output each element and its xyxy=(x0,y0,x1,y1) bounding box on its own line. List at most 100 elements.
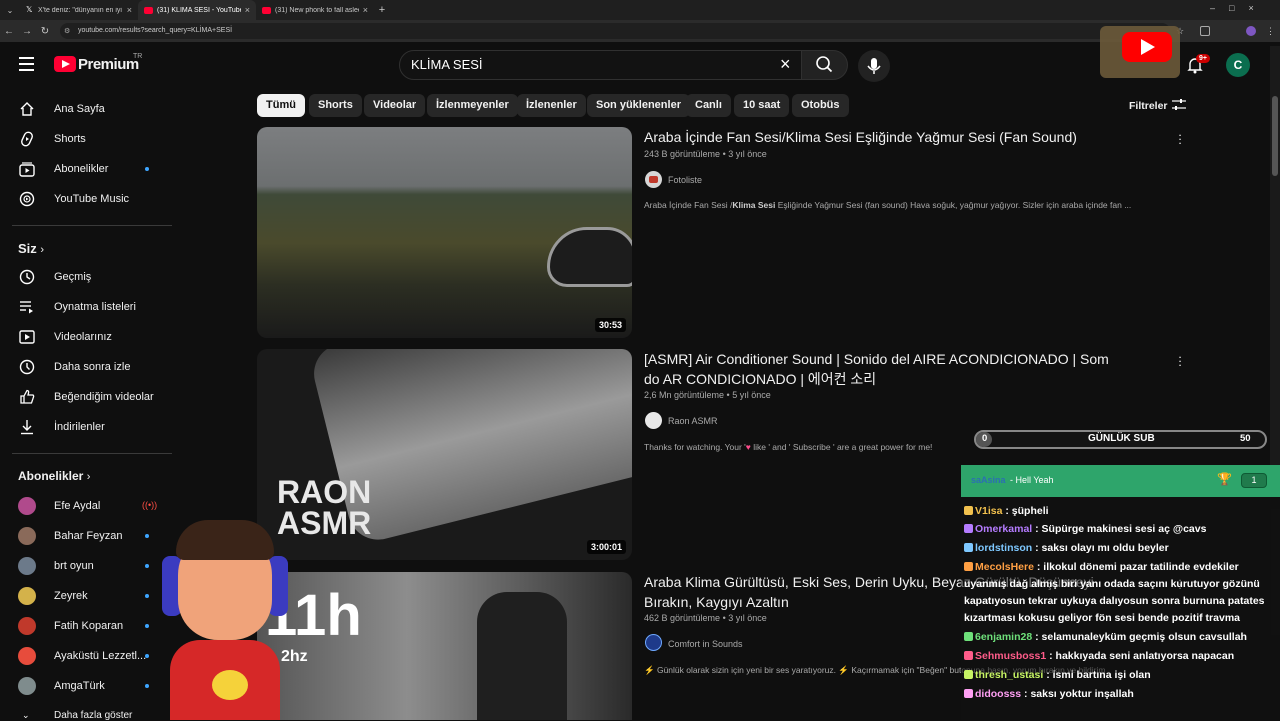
channel-name-link[interactable]: Raon ASMR xyxy=(668,416,718,426)
new-tab-icon[interactable]: + xyxy=(374,4,390,16)
chevron-right-icon: › xyxy=(86,471,91,483)
sidebar-item-playlists[interactable]: Oynatma listeleri xyxy=(0,292,172,322)
filters-label: Filtreler xyxy=(1129,100,1168,112)
tab-label: (31) KLİMA SESİ - YouTube xyxy=(157,6,241,14)
browser-menu-icon[interactable]: ⋮ xyxy=(1266,26,1275,37)
chevron-down-icon: ⌄ xyxy=(22,710,30,720)
tab-search-icon[interactable]: ⌄ xyxy=(0,6,20,15)
chat-username: 6enjamin28 xyxy=(975,631,1033,643)
sidebar-item-label: Ayaküstü Lezzetl... xyxy=(54,650,147,662)
voice-search-button[interactable] xyxy=(858,50,890,82)
sidebar-subscription-item[interactable]: Efe Aydal ((•)) xyxy=(0,491,172,521)
site-info-icon[interactable]: ⚙ xyxy=(64,27,70,35)
browser-tab-x[interactable]: 𝕏 X'te deniz: "dünyanın en iyi oku × xyxy=(20,0,138,20)
notification-count-badge: 9+ xyxy=(1196,54,1210,63)
sidebar-item-liked-videos[interactable]: Beğendiğim videolar xyxy=(0,382,172,412)
window-controls[interactable]: –□× xyxy=(1210,3,1268,13)
channel-avatar[interactable] xyxy=(645,412,662,429)
search-input[interactable]: KLİMA SESİ xyxy=(399,50,802,80)
sidebar-item-label: Oynatma listeleri xyxy=(54,301,136,313)
show-more-link[interactable]: Daha fazla göster xyxy=(54,710,132,721)
filter-chip[interactable]: Videolar xyxy=(364,94,426,117)
forward-icon[interactable]: → xyxy=(18,26,36,37)
sidebar-subscription-item[interactable]: Fatih Koparan xyxy=(0,611,172,641)
sidebar-subscription-item[interactable]: Zeyrek xyxy=(0,581,172,611)
filters-button[interactable]: Filtreler xyxy=(1129,100,1168,112)
close-tab-icon[interactable]: × xyxy=(363,5,368,15)
filter-chip[interactable]: İzlenenler xyxy=(517,94,586,117)
channel-logo-icon xyxy=(649,176,658,183)
channel-name-link[interactable]: Fotoliste xyxy=(668,175,702,185)
close-tab-icon[interactable]: × xyxy=(127,5,132,15)
chat-separator: : xyxy=(1032,523,1042,535)
filter-chip[interactable]: 10 saat xyxy=(734,94,790,117)
video-thumbnail[interactable]: RAON ASMR 3:00:01 xyxy=(257,349,632,560)
youtube-favicon-icon xyxy=(144,6,153,14)
url-field[interactable]: youtube.com/results?search_query=KLİMA+S… xyxy=(60,23,1170,39)
sidebar-subscription-item[interactable]: Ayaküstü Lezzetl... xyxy=(0,641,172,671)
sidebar-item-youtube-music[interactable]: YouTube Music xyxy=(0,184,172,214)
desc-text: Günlük olarak sizin için yeni bir ses ya… xyxy=(656,665,837,675)
extensions-icon[interactable] xyxy=(1200,26,1210,36)
subscriptions-section-title[interactable]: Abonelikler › xyxy=(18,469,90,483)
sidebar-subscription-item[interactable]: Bahar Feyzan xyxy=(0,521,172,551)
channel-avatar[interactable] xyxy=(645,171,662,188)
more-actions-icon[interactable]: ... xyxy=(1177,126,1183,146)
avatar xyxy=(18,497,36,515)
filter-chip[interactable]: Son yüklenenler xyxy=(587,94,690,117)
filter-chip[interactable]: Otobüs xyxy=(792,94,849,117)
channel-avatar[interactable] xyxy=(645,634,662,651)
sidebar-item-downloads[interactable]: İndirilenler xyxy=(0,412,172,442)
chat-badge-icon xyxy=(964,651,973,660)
filters-sliders-icon[interactable] xyxy=(1171,98,1187,112)
video-title-link[interactable]: Araba İçinde Fan Sesi/Klima Sesi Eşliğin… xyxy=(644,127,1124,147)
more-actions-icon[interactable]: ... xyxy=(1177,348,1183,368)
chat-pinned-message: saAsina - Hell Yeah 🏆 1 xyxy=(961,465,1280,497)
back-icon[interactable]: ← xyxy=(0,26,18,37)
chat-badge-icon xyxy=(964,689,973,698)
desc-text: Eşliğinde Yağmur Sesi (fan sound) Hava s… xyxy=(775,200,1132,210)
pinned-count: 1 xyxy=(1251,475,1257,485)
sidebar-item-home[interactable]: Ana Sayfa xyxy=(0,94,172,124)
filter-chip[interactable]: Shorts xyxy=(309,94,362,117)
video-thumbnail[interactable]: 11h 2hz xyxy=(257,572,632,720)
new-content-dot xyxy=(145,594,149,598)
reload-icon[interactable]: ↻ xyxy=(36,26,54,37)
sidebar-item-label: brt oyun xyxy=(54,560,94,572)
sidebar-item-your-videos[interactable]: Videolarınız xyxy=(0,322,172,352)
scrollbar-thumb[interactable] xyxy=(1272,96,1278,176)
sidebar-subscription-item[interactable]: AmgaTürk xyxy=(0,671,172,701)
filter-chip[interactable]: Canlı xyxy=(686,94,731,117)
sidebar-item-subscriptions[interactable]: Abonelikler xyxy=(0,154,172,184)
chat-separator: : xyxy=(1002,505,1012,517)
chat-badge-icon xyxy=(964,524,973,533)
video-title-link[interactable]: [ASMR] Air Conditioner Sound | Sonido de… xyxy=(644,349,1124,389)
youtube-play-glyph-icon xyxy=(62,60,70,68)
lightning-emoji-icon: ⚡ xyxy=(644,665,655,675)
sidebar-item-history[interactable]: Geçmiş xyxy=(0,262,172,292)
filter-chip[interactable]: İzlenmeyenler xyxy=(427,94,518,117)
sidebar-subscription-item[interactable]: brt oyun xyxy=(0,551,172,581)
sidebar-item-label: AmgaTürk xyxy=(54,680,105,692)
browser-tab-phonk[interactable]: (31) New phonk to fall asleep t × xyxy=(256,0,374,20)
page-scrollbar[interactable] xyxy=(1270,46,1280,476)
tab-label: (31) New phonk to fall asleep t xyxy=(275,6,359,14)
clear-search-icon[interactable]: × xyxy=(780,54,791,75)
chat-separator: : xyxy=(1033,561,1044,573)
live-indicator-icon: ((•)) xyxy=(142,500,158,510)
thumbnail-passenger-figure xyxy=(477,592,567,720)
filter-chip[interactable]: Tümü xyxy=(257,94,305,117)
close-tab-icon[interactable]: × xyxy=(245,5,250,15)
channel-name-link[interactable]: Comfort in Sounds xyxy=(668,639,743,649)
browser-tab-youtube[interactable]: (31) KLİMA SESİ - YouTube × xyxy=(138,0,256,20)
video-meta: 2,6 Mn görüntüleme • 5 yıl önce xyxy=(644,390,771,400)
sub-goal-target: 50 xyxy=(1240,433,1251,444)
sidebar-item-shorts[interactable]: Shorts xyxy=(0,124,172,154)
account-avatar[interactable]: C xyxy=(1226,53,1250,77)
search-button[interactable] xyxy=(801,50,848,80)
profile-icon[interactable] xyxy=(1246,26,1256,36)
hamburger-menu-icon[interactable] xyxy=(19,57,34,71)
video-thumbnail[interactable]: 30:53 xyxy=(257,127,632,338)
you-section-title[interactable]: Siz › xyxy=(18,241,44,256)
sidebar-item-watch-later[interactable]: Daha sonra izle xyxy=(0,352,172,382)
